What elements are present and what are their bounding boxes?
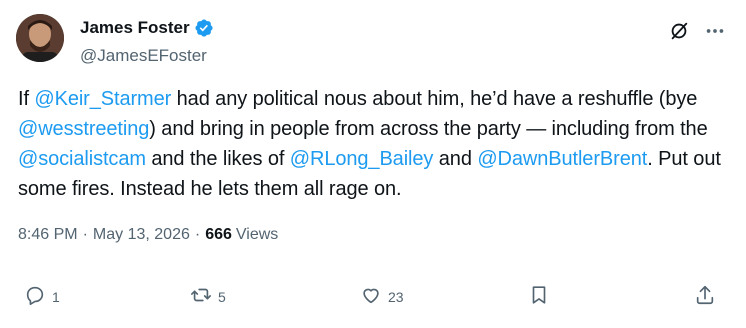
reply-button[interactable]: 1 [24,284,60,309]
tweet-text-segment: had any political nous about him, he’d h… [171,88,698,110]
reply-icon [24,284,46,309]
verified-badge-icon [194,18,214,38]
reply-count: 1 [52,288,60,305]
avatar-image [16,14,64,62]
tweet-text-segment: and the likes of [145,148,290,170]
repost-icon [190,284,212,309]
mention-link[interactable]: @Keir_Starmer [34,88,171,110]
views-count: 666 [205,226,232,243]
like-count: 23 [388,288,404,305]
tweet-text-segment: and [433,148,478,170]
avatar[interactable] [16,14,64,62]
author-handle[interactable]: @JamesEFoster [80,46,207,66]
repost-count: 5 [218,288,226,305]
bookmark-icon [528,284,550,309]
meta-separator: · [82,226,88,243]
share-icon [694,284,716,309]
display-name[interactable]: James Foster [80,18,190,38]
mention-link[interactable]: @wesstreeting [18,118,149,140]
share-button[interactable] [694,284,716,309]
tweet-text: If @Keir_Starmer had any political nous … [18,84,728,204]
grok-icon[interactable] [668,20,690,42]
tweet-text-segment: ) and bring in people from across the pa… [149,118,708,140]
more-icon[interactable] [704,20,726,42]
like-button[interactable]: 23 [360,284,404,309]
mention-link[interactable]: @RLong_Bailey [290,148,434,170]
tweet-meta: 8:46 PM · May 13, 2026 · 666 Views [18,226,278,244]
meta-separator: · [194,226,201,243]
tweet-date[interactable]: May 13, 2026 [93,226,190,244]
tweet-time[interactable]: 8:46 PM [18,226,78,244]
mention-link[interactable]: @socialistcam [18,148,146,170]
action-bar: 1 5 23 [0,284,746,318]
repost-button[interactable]: 5 [190,284,226,309]
tweet-text-segment: If [18,88,35,110]
views-label: Views [235,226,279,243]
like-icon [360,284,382,309]
bookmark-button[interactable] [528,284,550,309]
mention-link[interactable]: @DawnButlerBrent [477,148,647,170]
tweet-header: James Foster @JamesEFoster [16,14,730,70]
